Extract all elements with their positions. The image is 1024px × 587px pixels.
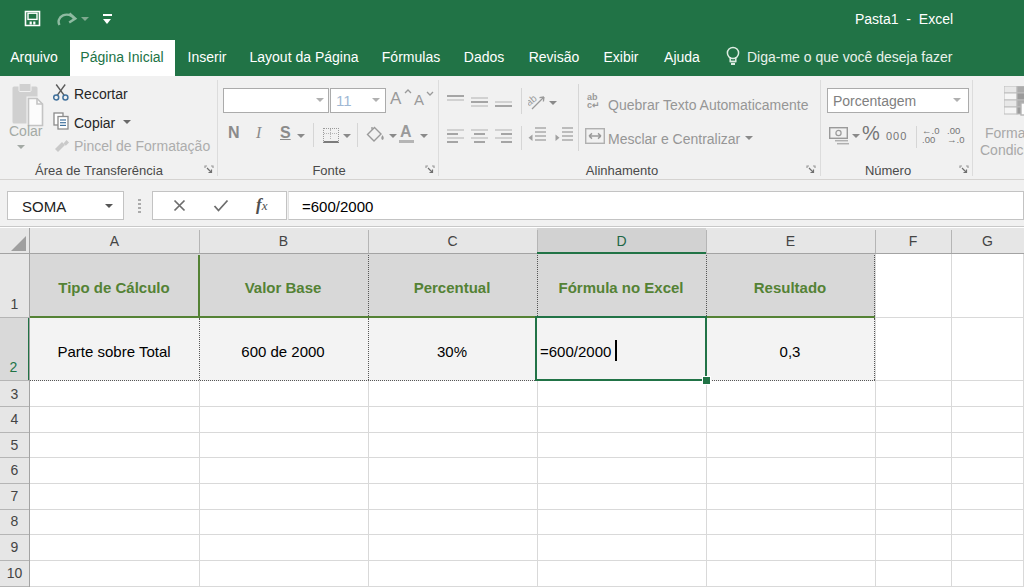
svg-text:ab: ab (528, 94, 539, 108)
